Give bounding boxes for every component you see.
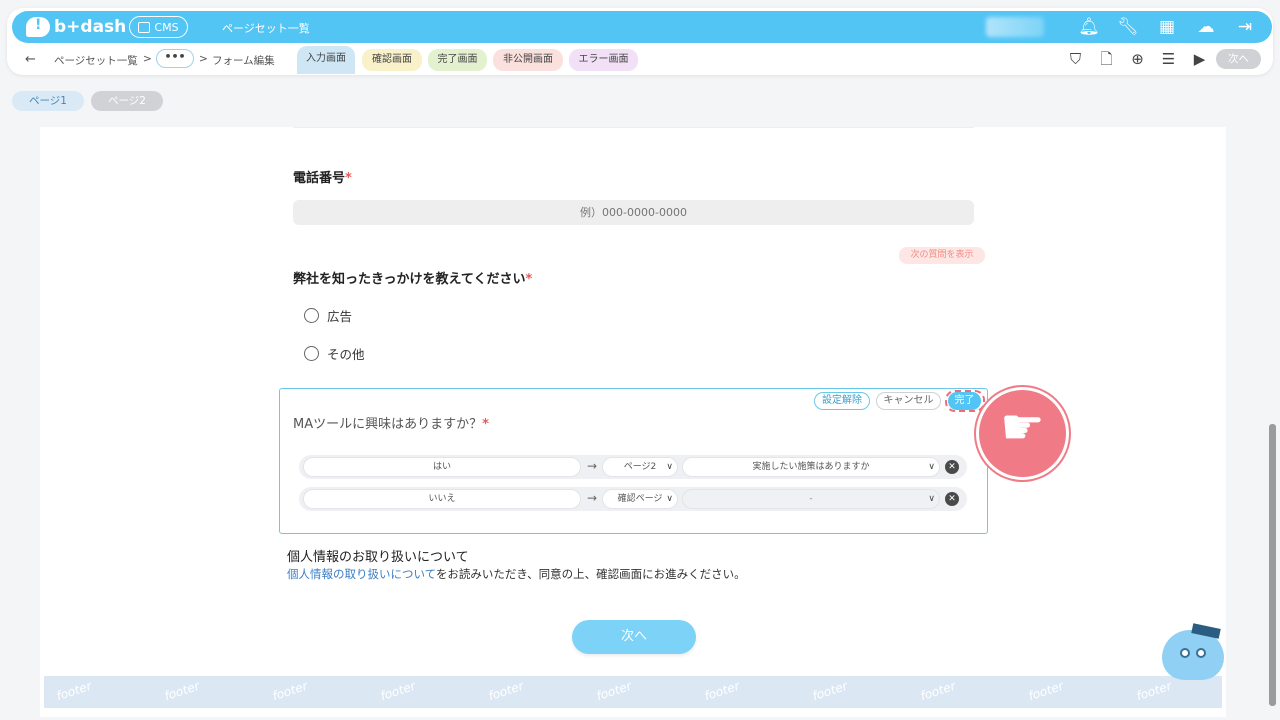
privacy-link[interactable]: 個人情報の取り扱いについて [287,567,436,581]
chevron-down-icon: ∨ [928,462,935,472]
rule-answer: いいえ [303,489,581,509]
cms-label: CMS [154,20,179,34]
ma-label: MAツールに興味はありますか？* [293,417,489,432]
footer-watermark: footer [486,678,526,704]
cms-button[interactable]: CMS [129,16,188,38]
user-info[interactable] [986,17,1044,37]
radio-circle-icon [304,346,319,361]
rule-answer: はい [303,457,581,477]
breadcrumb-separator: > [143,53,152,65]
footer-watermark: footer [162,678,202,704]
phone-input[interactable] [293,200,974,225]
branch-rule-row: いいえ → 確認ページ ∨ - ∨ ✕ [299,487,967,511]
page-tab-2[interactable]: ページ2 [91,91,163,111]
footer-watermark: footer [810,678,850,704]
branch-rule-row: はい → ページ2 ∨ 実施したい施策はありますか ∨ ✕ [299,455,967,479]
radio-label: その他 [327,347,365,362]
chevron-down-icon: ∨ [666,462,673,472]
play-icon[interactable]: ▶ [1190,49,1209,69]
settings-list-icon[interactable]: ☰ [1159,49,1178,69]
breadcrumb-form-edit: フォーム編集 [212,55,275,67]
next-top-button[interactable]: 次へ [1216,49,1261,69]
page-title: ページセット一覧 [222,22,310,35]
beginner-icon[interactable]: ⛉ [1066,49,1085,69]
bell-icon[interactable]: 🔔︎ [1076,16,1102,38]
tab-input[interactable]: 入力画面 [297,46,355,74]
pointing-hand-icon: ☛ [1000,398,1045,456]
radio-other[interactable]: その他 [304,344,365,363]
unset-button[interactable]: 設定解除 [814,392,870,410]
app-logo[interactable]: b+dash [26,15,126,39]
scrollbar-thumb[interactable] [1269,424,1276,706]
footer-watermark: footer [702,678,742,704]
remove-rule-icon[interactable]: ✕ [945,492,959,506]
footer-watermark: footer [918,678,958,704]
footer-watermark: footer [378,678,418,704]
radio-circle-icon [304,308,319,323]
tab-private[interactable]: 非公開画面 [493,49,563,71]
next-question-button[interactable]: 次の質問を表示 [899,247,985,264]
back-icon[interactable]: ← [25,52,36,67]
logout-icon[interactable]: ⇥ [1232,16,1258,38]
breadcrumb-more-button[interactable]: ••• [156,49,194,68]
edit-icon [138,21,151,33]
html-file-icon[interactable]: 🗋 [1097,49,1116,69]
privacy-text: 個人情報の取り扱いについてをお読みいただき、同意の上、確認画面にお進みください。 [287,567,746,581]
logo-text: b+dash [54,17,127,37]
page-tab-1[interactable]: ページ1 [12,91,84,111]
chevron-down-icon: ∨ [928,494,935,504]
grid-icon[interactable]: ▦ [1154,16,1180,38]
wrench-icon[interactable]: 🔧︎ [1115,16,1141,38]
support-icon[interactable]: ☁ [1193,16,1219,38]
rule-target-select[interactable]: 実施したい施策はありますか ∨ [682,457,940,477]
breadcrumb-pageset[interactable]: ページセット一覧 [54,53,138,68]
footer-watermark: footer [1026,678,1066,704]
phone-label: 電話番号* [293,171,352,186]
logo-bubble-icon [26,17,50,37]
top-bar: b+dash CMS ページセット一覧 🔔︎ 🔧︎ ▦ ☁ ⇥ [12,11,1272,43]
arrow-right-icon: → [587,491,598,505]
tab-error[interactable]: エラー画面 [569,49,638,71]
footer-watermark: footer [1134,678,1174,704]
top-icon-group: 🔔︎ 🔧︎ ▦ ☁ ⇥ [1076,16,1258,38]
mascot-eyes-icon [1180,648,1206,658]
footer-watermark: footer [594,678,634,704]
tab-complete[interactable]: 完了画面 [428,49,487,71]
remove-rule-icon[interactable]: ✕ [945,460,959,474]
arrow-right-icon: → [587,459,598,473]
radio-ad[interactable]: 広告 [304,306,352,325]
rule-page-select[interactable]: ページ2 ∨ [602,457,678,477]
privacy-title: 個人情報のお取り扱いについて [287,550,469,565]
submit-next-button[interactable]: 次へ [572,620,696,654]
radio-label: 広告 [327,309,353,324]
tab-confirm[interactable]: 確認画面 [362,49,422,71]
rule-target-select[interactable]: - ∨ [682,489,940,509]
source-label: 弊社を知ったきっかけを教えてください* [293,272,533,287]
footer-area: footer footer footer footer footer foote… [44,676,1222,708]
add-circle-icon[interactable]: ⊕ [1128,49,1147,69]
cancel-button[interactable]: キャンセル [876,392,941,410]
breadcrumb-separator: > [199,53,208,65]
footer-watermark: footer [270,678,310,704]
divider [293,127,974,128]
rule-page-select[interactable]: 確認ページ ∨ [602,489,678,509]
footer-watermark: footer [54,678,94,704]
click-target-highlight [945,390,985,412]
chevron-down-icon: ∨ [666,494,673,504]
tool-icon-group: ⛉ 🗋 ⊕ ☰ ▶ [1066,49,1209,69]
